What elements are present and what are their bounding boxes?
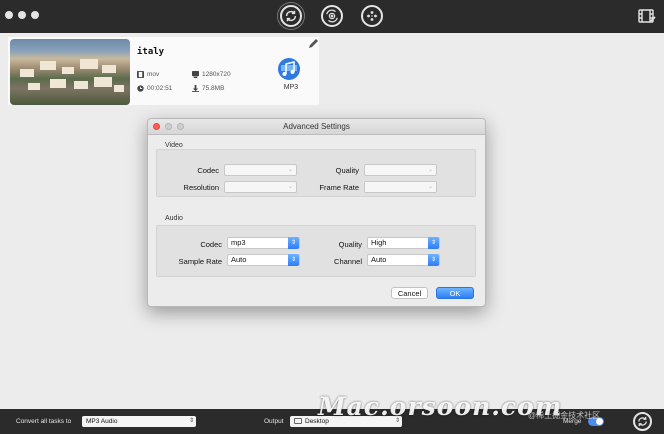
resolution-label: Resolution	[183, 183, 219, 192]
download-icon	[192, 85, 199, 92]
chevron-down-icon: ⌄	[287, 184, 294, 190]
dot	[31, 11, 39, 19]
chevron-down-icon: ⌄	[287, 167, 294, 173]
audio-group-label: Audio	[165, 215, 183, 222]
channel-label: Channel	[334, 257, 362, 266]
resolution-select[interactable]: ⌄	[224, 181, 297, 193]
ok-button[interactable]: OK	[436, 287, 474, 299]
dialog-title: Advanced Settings	[283, 122, 350, 131]
meta-duration: 00:02:51	[137, 85, 172, 92]
video-quality-label: Quality	[335, 166, 359, 175]
mp3-format-icon[interactable]	[277, 57, 301, 81]
window-dots[interactable]	[5, 11, 39, 19]
top-toolbar	[0, 0, 664, 33]
convert-icon	[638, 416, 647, 427]
file-name: italy	[137, 47, 165, 57]
audio-group-box	[156, 225, 476, 277]
audio-quality-select[interactable]: High ⇕	[367, 237, 440, 249]
convert-icon[interactable]	[280, 5, 302, 27]
cancel-button[interactable]: Cancel	[391, 287, 428, 299]
chevron-updown-icon: ⇕	[288, 254, 299, 266]
sample-rate-label: Sample Rate	[178, 257, 222, 266]
frame-rate-select[interactable]: ⌄	[364, 181, 437, 193]
channel-select[interactable]: Auto ⇕	[367, 254, 440, 266]
meta-format: mov	[137, 71, 159, 78]
video-codec-label: Codec	[197, 166, 219, 175]
task-card[interactable]: italy mov 1280x720 00:02:51 75.8MB MP3	[8, 37, 319, 105]
pencil-icon[interactable]	[307, 38, 319, 50]
folder-icon	[294, 418, 302, 424]
convert-start-button[interactable]	[633, 412, 652, 431]
meta-resolution: 1280x720	[192, 71, 231, 78]
resolution-text: 1280x720	[202, 71, 231, 78]
chevron-updown-icon: ⇕	[188, 418, 194, 424]
clock-icon	[137, 85, 144, 92]
size-text: 75.8MB	[202, 85, 225, 92]
chevron-updown-icon: ⇕	[428, 237, 439, 249]
format-text: mov	[147, 71, 160, 78]
watermark-subtext: @稀土掘金技术社区	[528, 411, 601, 420]
chevron-updown-icon: ⇕	[288, 237, 299, 249]
audio-quality-label: Quality	[338, 240, 362, 249]
video-edit-icon[interactable]	[638, 8, 656, 24]
chevron-updown-icon: ⇕	[428, 254, 439, 266]
video-codec-select[interactable]: ⌄	[224, 164, 297, 176]
sample-rate-select[interactable]: Auto ⇕	[227, 254, 300, 266]
video-thumbnail	[10, 39, 130, 105]
audio-codec-select[interactable]: mp3 ⇕	[227, 237, 300, 249]
monitor-icon	[192, 71, 199, 78]
dvd-convert-icon[interactable]	[321, 5, 343, 27]
target-format-label: MP3	[283, 84, 299, 91]
frame-rate-label: Frame Rate	[319, 183, 359, 192]
film-icon	[137, 71, 144, 78]
dialog-titlebar[interactable]: Advanced Settings	[148, 119, 485, 135]
watermark-text: Mac.orsoon.com	[318, 392, 563, 421]
audio-codec-label: Codec	[200, 240, 222, 249]
video-group-label: Video	[165, 142, 183, 149]
chevron-down-icon: ⌄	[427, 167, 434, 173]
chevron-down-icon: ⌄	[427, 184, 434, 190]
convert-all-select[interactable]: MP3 Audio ⇕	[82, 416, 196, 427]
duration-text: 00:02:51	[147, 85, 173, 92]
film-reel-icon[interactable]	[361, 5, 383, 27]
dot	[18, 11, 26, 19]
video-quality-select[interactable]: ⌄	[364, 164, 437, 176]
convert-all-label: Convert all tasks to	[16, 418, 72, 425]
advanced-settings-dialog: Advanced Settings Video Codec ⌄ Quality …	[147, 118, 486, 307]
output-label: Output	[264, 418, 284, 425]
meta-size: 75.8MB	[192, 85, 224, 92]
dot	[5, 11, 13, 19]
